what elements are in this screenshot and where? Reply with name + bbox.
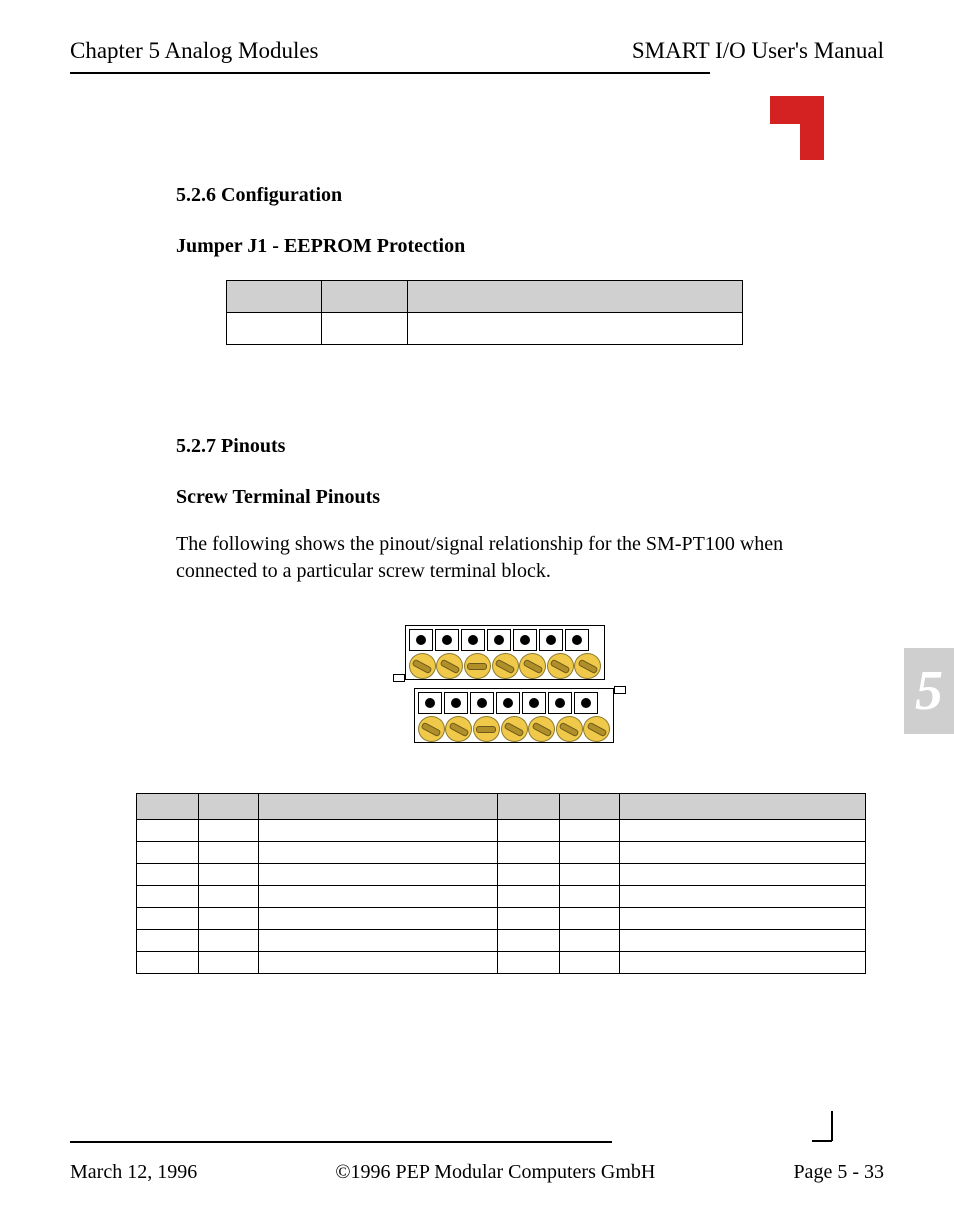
header-manual-title: SMART I/O User's Manual — [632, 38, 884, 64]
corner-mark-icon — [770, 96, 842, 165]
side-tab-number: 5 — [915, 659, 943, 723]
footer-date: March 12, 1996 — [70, 1161, 197, 1184]
chapter-side-tab: 5 — [904, 648, 954, 734]
page-header: Chapter 5 Analog Modules SMART I/O User'… — [70, 38, 884, 64]
footer-copyright: ©1996 PEP Modular Computers GmbH — [335, 1161, 655, 1184]
section-5-2-6-heading: 5.2.6 Configuration — [176, 184, 834, 207]
table-row — [137, 864, 866, 886]
table-row — [137, 842, 866, 864]
screw-terminal-subheading: Screw Terminal Pinouts — [176, 486, 834, 509]
table-row — [137, 886, 866, 908]
header-chapter: Chapter 5 Analog Modules — [70, 38, 319, 64]
pinout-paragraph: The following shows the pinout/signal re… — [176, 531, 834, 585]
table-row — [137, 908, 866, 930]
jumper-j1-subheading: Jumper J1 - EEPROM Protection — [176, 235, 834, 258]
screw-terminal-diagram — [176, 625, 834, 743]
terminal-block-top — [405, 625, 604, 680]
section-5-2-7-heading: 5.2.7 Pinouts — [176, 435, 834, 458]
pinout-table — [136, 793, 866, 974]
table-row — [227, 313, 743, 345]
table-row — [137, 794, 866, 820]
table-row — [227, 281, 743, 313]
jumper-table — [226, 280, 743, 345]
table-row — [137, 930, 866, 952]
footer-page-number: Page 5 - 33 — [793, 1161, 884, 1184]
crop-mark-icon — [802, 1111, 834, 1148]
table-row — [137, 952, 866, 974]
page-footer: March 12, 1996 ©1996 PEP Modular Compute… — [70, 1141, 884, 1184]
terminal-block-bottom — [414, 688, 613, 743]
footer-rule — [70, 1141, 612, 1143]
table-row — [137, 820, 866, 842]
